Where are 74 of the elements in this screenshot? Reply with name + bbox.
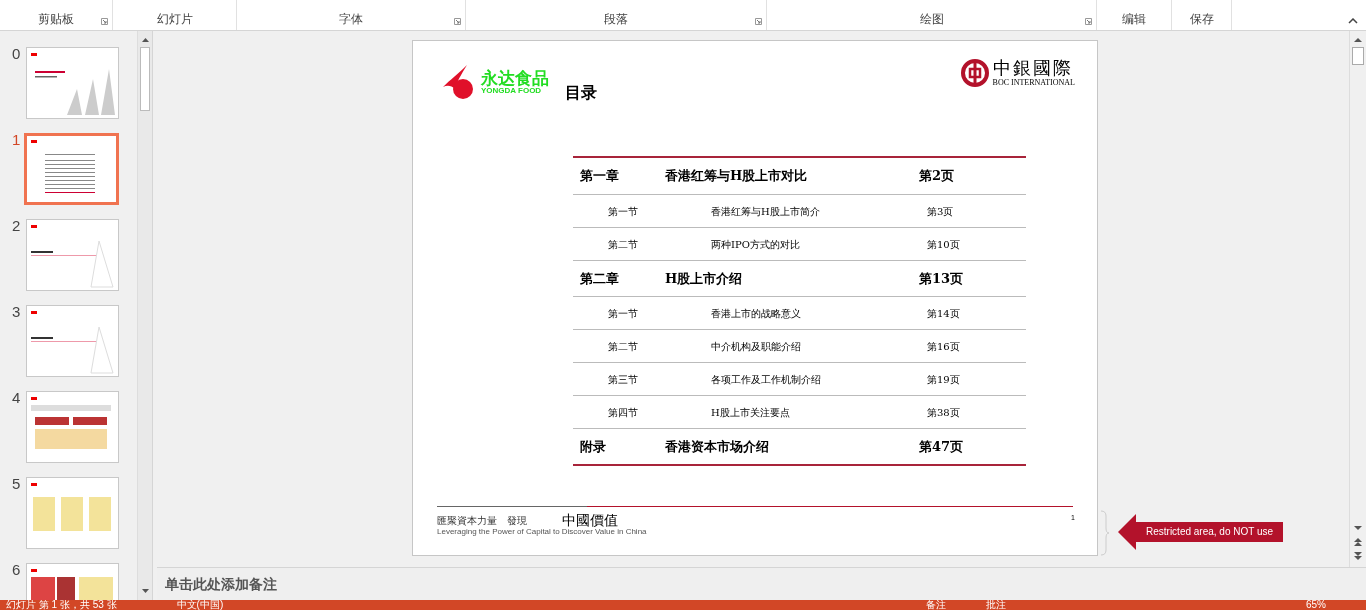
contents-page: 第47页 bbox=[919, 437, 964, 456]
contents-title: 香港上市的战略意义 bbox=[711, 306, 802, 321]
contents-title: 香港红筹与H股上市对比 bbox=[665, 167, 809, 186]
notes-field[interactable]: 单击此处添加备注 bbox=[165, 573, 277, 595]
slide-thumbnail[interactable] bbox=[24, 133, 119, 205]
contents-label: 第一节 bbox=[607, 204, 639, 219]
arrow-icon bbox=[1118, 514, 1136, 550]
contents-page: 第16页 bbox=[927, 339, 960, 354]
footer-mark-english: Discover Value in China bbox=[561, 528, 647, 536]
launcher-icon[interactable] bbox=[1085, 18, 1092, 25]
zoom-level[interactable]: 65% bbox=[1306, 600, 1326, 610]
bank-logo-icon bbox=[960, 59, 989, 87]
contents-title: H股上市介绍 bbox=[665, 269, 744, 288]
contents-page: 第2页 bbox=[919, 167, 955, 186]
slide-thumbnail[interactable] bbox=[26, 477, 119, 549]
contents-title: 中介机构及职能介绍 bbox=[711, 339, 802, 354]
language-indicator[interactable]: 中文(中国) bbox=[176, 600, 224, 610]
contents-label: 附录 bbox=[579, 437, 607, 456]
contents-title: 各项工作及工作机制介绍 bbox=[711, 372, 822, 387]
contents-title: 香港资本市场介绍 bbox=[665, 437, 770, 456]
contents-label: 第二节 bbox=[607, 237, 639, 252]
contents-page: 第10页 bbox=[927, 237, 960, 252]
contents-title: 两种IPO方式的对比 bbox=[711, 237, 801, 252]
contents-label: 第三节 bbox=[607, 372, 639, 387]
launcher-icon[interactable] bbox=[101, 18, 108, 25]
contents-label: 第二节 bbox=[607, 339, 639, 354]
bracket-icon bbox=[1100, 510, 1110, 556]
scrollbar-thumb[interactable] bbox=[1352, 47, 1364, 65]
slide-number: 5 bbox=[11, 475, 22, 493]
contents-page: 第38页 bbox=[927, 405, 960, 420]
ribbon-group-label: 幻灯片 bbox=[156, 12, 193, 26]
slide-number: 4 bbox=[11, 389, 22, 407]
scrollbar[interactable] bbox=[137, 31, 152, 600]
notes-button[interactable]: 备注 bbox=[926, 600, 946, 610]
slide-thumbnail[interactable] bbox=[26, 305, 119, 377]
ribbon-group-label: 字体 bbox=[339, 12, 363, 26]
footer-tagline-english: Leveraging the Power of Capital to bbox=[437, 528, 560, 536]
collapse-ribbon-icon[interactable] bbox=[1348, 18, 1358, 24]
contents-title: H股上市关注要点 bbox=[711, 405, 791, 420]
slide-thumbnail[interactable] bbox=[26, 219, 119, 291]
slide-info: 幻灯片 第 1 张，共 53 张 bbox=[6, 600, 117, 610]
contents-page: 第19页 bbox=[927, 372, 960, 387]
contents-label: 第二章 bbox=[579, 269, 620, 288]
footer-mark: 中國價值 bbox=[561, 513, 619, 527]
slide-thumbnail[interactable] bbox=[26, 391, 119, 463]
bank-subtitle: BOC INTERNATIONAL bbox=[992, 79, 1075, 87]
contents-title: 香港红筹与H股上市简介 bbox=[711, 204, 821, 219]
contents-page: 第14页 bbox=[927, 306, 960, 321]
contents-label: 第四节 bbox=[607, 405, 639, 420]
slide-number: 1 bbox=[11, 131, 22, 149]
slide-number: 2 bbox=[11, 217, 22, 235]
comments-button[interactable]: 批注 bbox=[986, 600, 1006, 610]
ribbon-group-label: 段落 bbox=[604, 12, 628, 26]
launcher-icon[interactable] bbox=[755, 18, 762, 25]
slide-number: 0 bbox=[11, 45, 22, 63]
slide-thumbnail[interactable] bbox=[26, 47, 119, 119]
scrollbar-thumb[interactable] bbox=[140, 47, 150, 111]
ribbon-group-label: 绘图 bbox=[919, 12, 944, 26]
slide-number: 6 bbox=[11, 561, 22, 579]
contents-page: 第13页 bbox=[919, 269, 964, 288]
ribbon-group-label: 剪贴板 bbox=[38, 12, 74, 26]
bank-name: 中銀國際 bbox=[992, 59, 1074, 77]
brand-name: 永达食品 bbox=[481, 69, 549, 87]
slide-number: 3 bbox=[11, 303, 22, 321]
vertical-scrollbar[interactable] bbox=[1349, 31, 1366, 567]
ribbon-group-label: 编辑 bbox=[1122, 12, 1146, 26]
contents-label: 第一节 bbox=[607, 306, 639, 321]
launcher-icon[interactable] bbox=[454, 18, 461, 25]
slide-title: 目录 bbox=[565, 82, 597, 104]
ribbon-group-label: 保存 bbox=[1189, 12, 1214, 26]
brand-subtitle: YONGDA FOOD bbox=[481, 86, 542, 95]
contents-label: 第一章 bbox=[579, 167, 620, 186]
contents-page: 第3页 bbox=[927, 204, 954, 219]
footer-tagline: 匯聚資本力量 發現 bbox=[437, 516, 528, 526]
